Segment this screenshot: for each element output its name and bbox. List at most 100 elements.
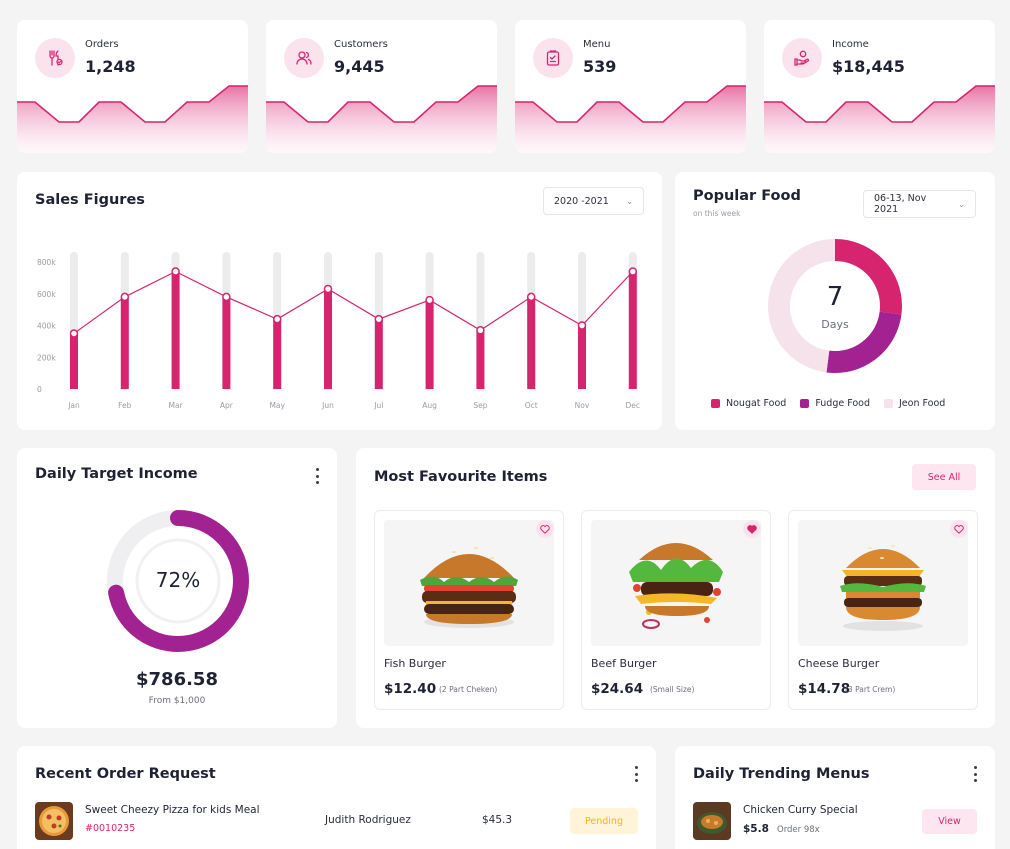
y-tick-label: 600k — [37, 290, 56, 299]
data-point — [628, 267, 638, 276]
x-tick-label: Mar — [169, 401, 184, 410]
popular-period-value: 06-13, Nov 2021 — [874, 193, 927, 215]
sales-bar-chart: 800k 600k 400k 200k 0 Jan Feb Mar Apr May Jun Jul Au… — [37, 252, 641, 410]
heart-icon[interactable] — [536, 520, 554, 538]
legend-label: Fudge Food — [815, 398, 870, 409]
food-note: (3 Part Crem) — [845, 685, 896, 694]
bar — [628, 271, 637, 389]
data-point — [577, 321, 587, 330]
bar — [222, 296, 231, 389]
x-tick-label: Apr — [220, 401, 234, 410]
daily-amount: $786.58 — [136, 669, 218, 690]
trending-menus-card: Daily Trending Menus Chicken Curry Speci… — [675, 746, 995, 849]
more-options-icon[interactable] — [631, 766, 641, 782]
heart-icon[interactable] — [743, 520, 761, 538]
stat-value: 539 — [583, 57, 617, 76]
data-point — [526, 292, 536, 302]
trending-name: Chicken Curry Special — [743, 804, 858, 816]
food-image — [591, 520, 761, 646]
legend-swatch — [884, 399, 893, 408]
favourite-item[interactable]: Beef Burger $24.64 (Small Size) — [581, 510, 771, 710]
bar — [476, 330, 485, 389]
data-point — [171, 267, 180, 276]
food-name: Fish Burger — [384, 657, 446, 670]
x-tick-label: Nov — [575, 401, 590, 410]
popular-title: Popular Food — [693, 188, 801, 204]
data-point — [272, 314, 282, 324]
sparkline-area — [515, 86, 746, 153]
see-all-button[interactable]: See All — [912, 464, 976, 490]
fork-knife-icon — [35, 38, 75, 78]
daily-title: Daily Target Income — [35, 466, 198, 482]
order-id: #0010235 — [85, 823, 136, 834]
bar — [324, 288, 332, 389]
bar — [374, 319, 383, 389]
trending-orders: Order 98x — [777, 825, 820, 835]
favourites-title: Most Favourite Items — [374, 469, 548, 485]
legend-label: Nougat Food — [726, 398, 787, 409]
trending-row[interactable]: Chicken Curry Special $5.8 Order 98x Vie… — [693, 802, 977, 840]
data-point — [425, 295, 434, 305]
bar — [171, 271, 180, 389]
stat-value: 9,445 — [334, 57, 385, 76]
chevron-down-icon: ⌄ — [958, 199, 965, 209]
stat-card-customers: Customers 9,445 — [266, 20, 497, 153]
y-tick-label: 0 — [37, 385, 42, 394]
popular-period-select[interactable]: 06-13, Nov 2021 ⌄ — [863, 190, 976, 218]
data-point — [374, 314, 384, 324]
x-tick-label: Jul — [373, 401, 383, 410]
order-row[interactable]: Sweet Cheezy Pizza for kids Meal #001023… — [35, 802, 640, 840]
food-price: $12.40 — [384, 681, 437, 697]
sparkline — [764, 85, 995, 153]
pizza-thumbnail — [35, 802, 73, 840]
trend-line — [73, 270, 634, 334]
data-point — [69, 329, 79, 338]
status-badge: Pending — [570, 808, 638, 834]
legend-label: Jeon Food — [899, 398, 946, 409]
x-tick-label: Oct — [525, 401, 538, 410]
x-tick-label: Aug — [422, 401, 437, 410]
sparkline-area — [17, 86, 248, 153]
popular-center-value: 7 — [826, 282, 844, 312]
trending-title: Daily Trending Menus — [693, 766, 870, 782]
stat-card-income: Income $18,445 — [764, 20, 995, 153]
recent-title: Recent Order Request — [35, 766, 216, 782]
data-point — [120, 292, 130, 302]
food-price: $14.78 — [798, 681, 851, 697]
users-icon — [284, 38, 324, 78]
sparkline — [17, 85, 248, 153]
bar — [70, 333, 78, 389]
bar — [425, 300, 434, 389]
favourite-item[interactable]: Cheese Burger $14.78 (3 Part Crem) — [788, 510, 978, 710]
x-tick-label: Jan — [67, 401, 80, 410]
more-options-icon[interactable] — [970, 766, 980, 782]
stat-label: Orders — [85, 39, 119, 50]
heart-icon[interactable] — [950, 520, 968, 538]
y-tick-label: 200k — [37, 353, 56, 362]
bar — [578, 325, 586, 389]
food-price: $24.64 — [591, 681, 644, 697]
daily-percent: 72% — [155, 568, 201, 592]
view-button[interactable]: View — [922, 809, 977, 834]
x-tick-label: Feb — [118, 401, 132, 410]
x-tick-label: Dec — [626, 401, 641, 410]
recent-orders-card: Recent Order Request Sweet Cheezy Pizza … — [17, 746, 656, 849]
data-point — [323, 284, 333, 294]
more-options-icon[interactable] — [312, 468, 322, 484]
stat-label: Menu — [583, 39, 611, 50]
bar — [527, 296, 536, 389]
stat-card-menu: Menu 539 — [515, 20, 746, 153]
legend-fudge: Fudge Food — [800, 398, 870, 409]
food-name: Beef Burger — [591, 657, 657, 670]
income-hand-icon — [782, 38, 822, 78]
legend-nougat: Nougat Food — [711, 398, 786, 409]
stat-card-orders: Orders 1,248 — [17, 20, 248, 153]
x-tick-label: Jun — [321, 401, 334, 410]
stat-value: $18,445 — [832, 57, 905, 76]
x-tick-label: May — [269, 401, 285, 410]
food-image — [384, 520, 554, 646]
menu-clipboard-icon — [533, 38, 573, 78]
favourite-item[interactable]: Fish Burger $12.40 (2 Part Cheken) — [374, 510, 564, 710]
stat-value: 1,248 — [85, 57, 136, 76]
sparkline — [266, 85, 497, 153]
